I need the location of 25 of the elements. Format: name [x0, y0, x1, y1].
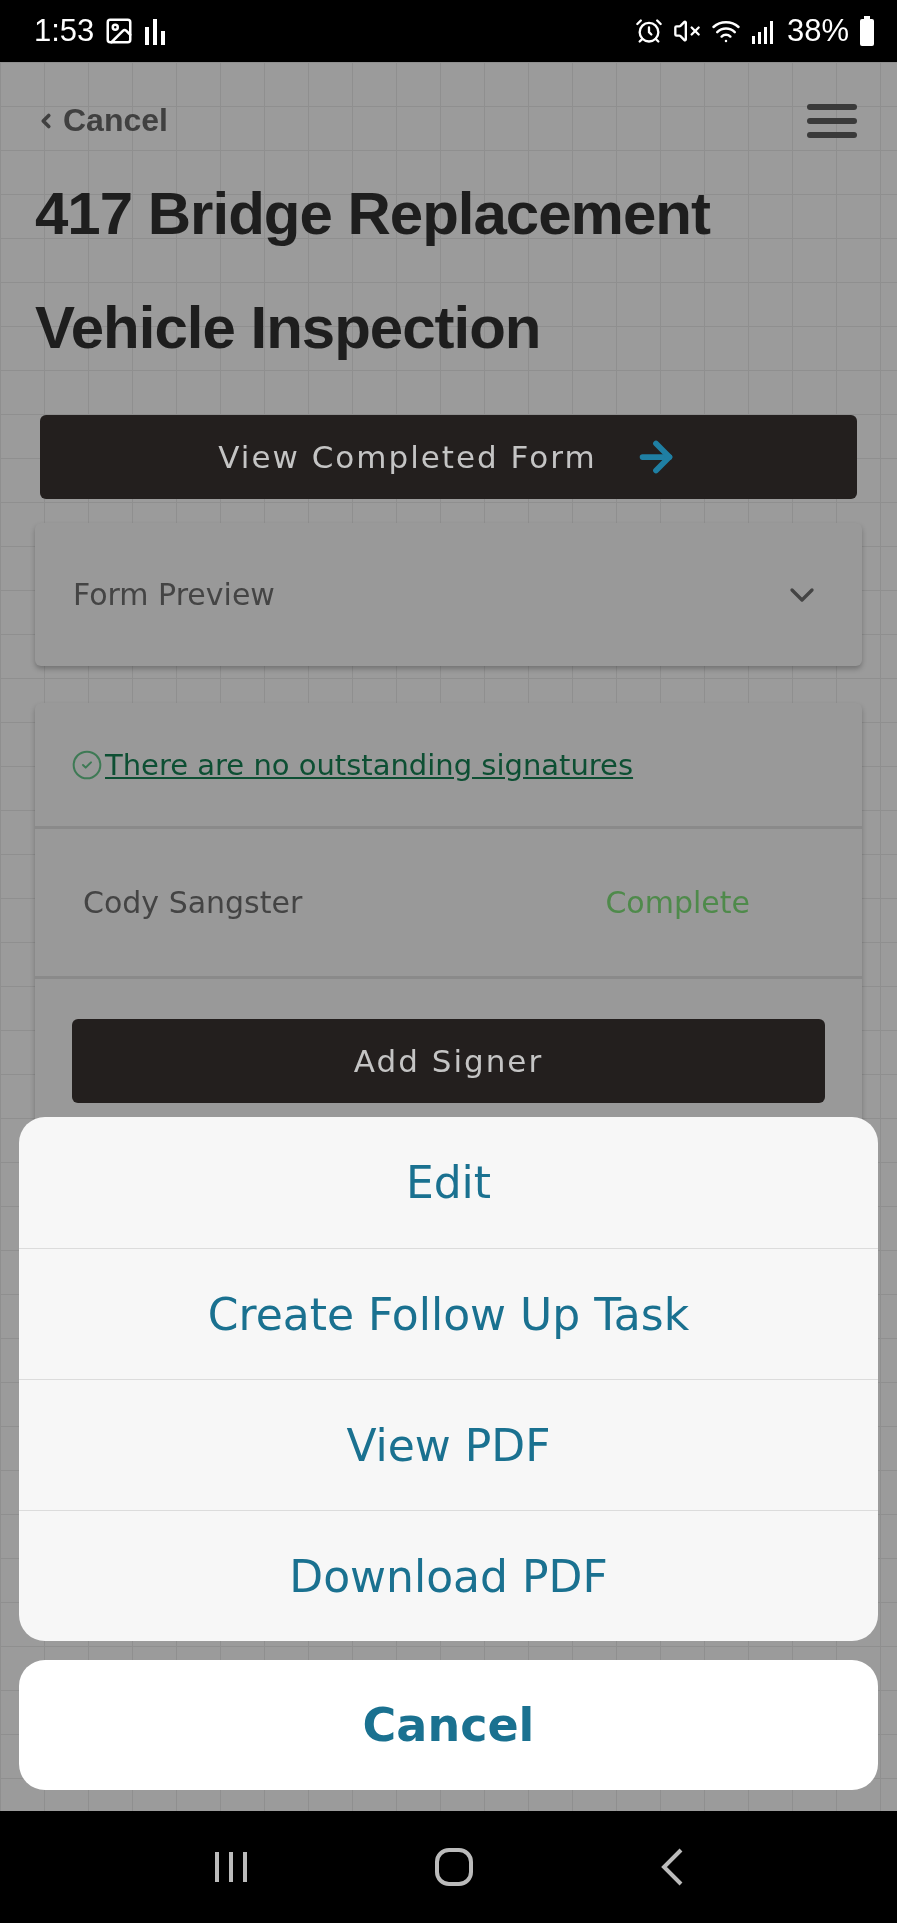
menu-icon[interactable]	[807, 103, 857, 138]
equalizer-icon	[144, 17, 167, 45]
battery-percent: 38%	[786, 13, 849, 49]
recent-apps-icon[interactable]	[212, 1850, 249, 1884]
action-sheet-item[interactable]: View PDF	[19, 1379, 878, 1510]
action-sheet-item[interactable]: Edit	[19, 1117, 878, 1248]
form-preview-card[interactable]: Form Preview	[35, 523, 862, 666]
signer-status: Complete	[605, 885, 750, 920]
cancel-button[interactable]: Cancel	[19, 1660, 878, 1790]
action-sheet-item[interactable]: Download PDF	[19, 1510, 878, 1641]
signer-name: Cody Sangster	[83, 885, 303, 920]
battery-icon	[859, 16, 875, 46]
view-completed-form-button[interactable]: View Completed Form	[40, 415, 857, 499]
home-icon[interactable]	[434, 1847, 475, 1887]
alarm-icon	[634, 17, 663, 45]
cancel-link[interactable]: Cancel	[35, 102, 168, 139]
form-preview-label: Form Preview	[73, 577, 275, 612]
page-title: 417 Bridge Replacement Vehicle Inspection	[35, 179, 712, 363]
check-circle-icon	[71, 748, 103, 781]
action-sheet-item[interactable]: Create Follow Up Task	[19, 1248, 878, 1379]
image-icon	[104, 16, 135, 46]
back-icon[interactable]	[660, 1847, 685, 1887]
no-signatures-link[interactable]: There are no outstanding signatures	[105, 747, 634, 782]
add-signer-button[interactable]: Add Signer	[72, 1019, 825, 1103]
clock-time: 1:53	[34, 13, 95, 49]
